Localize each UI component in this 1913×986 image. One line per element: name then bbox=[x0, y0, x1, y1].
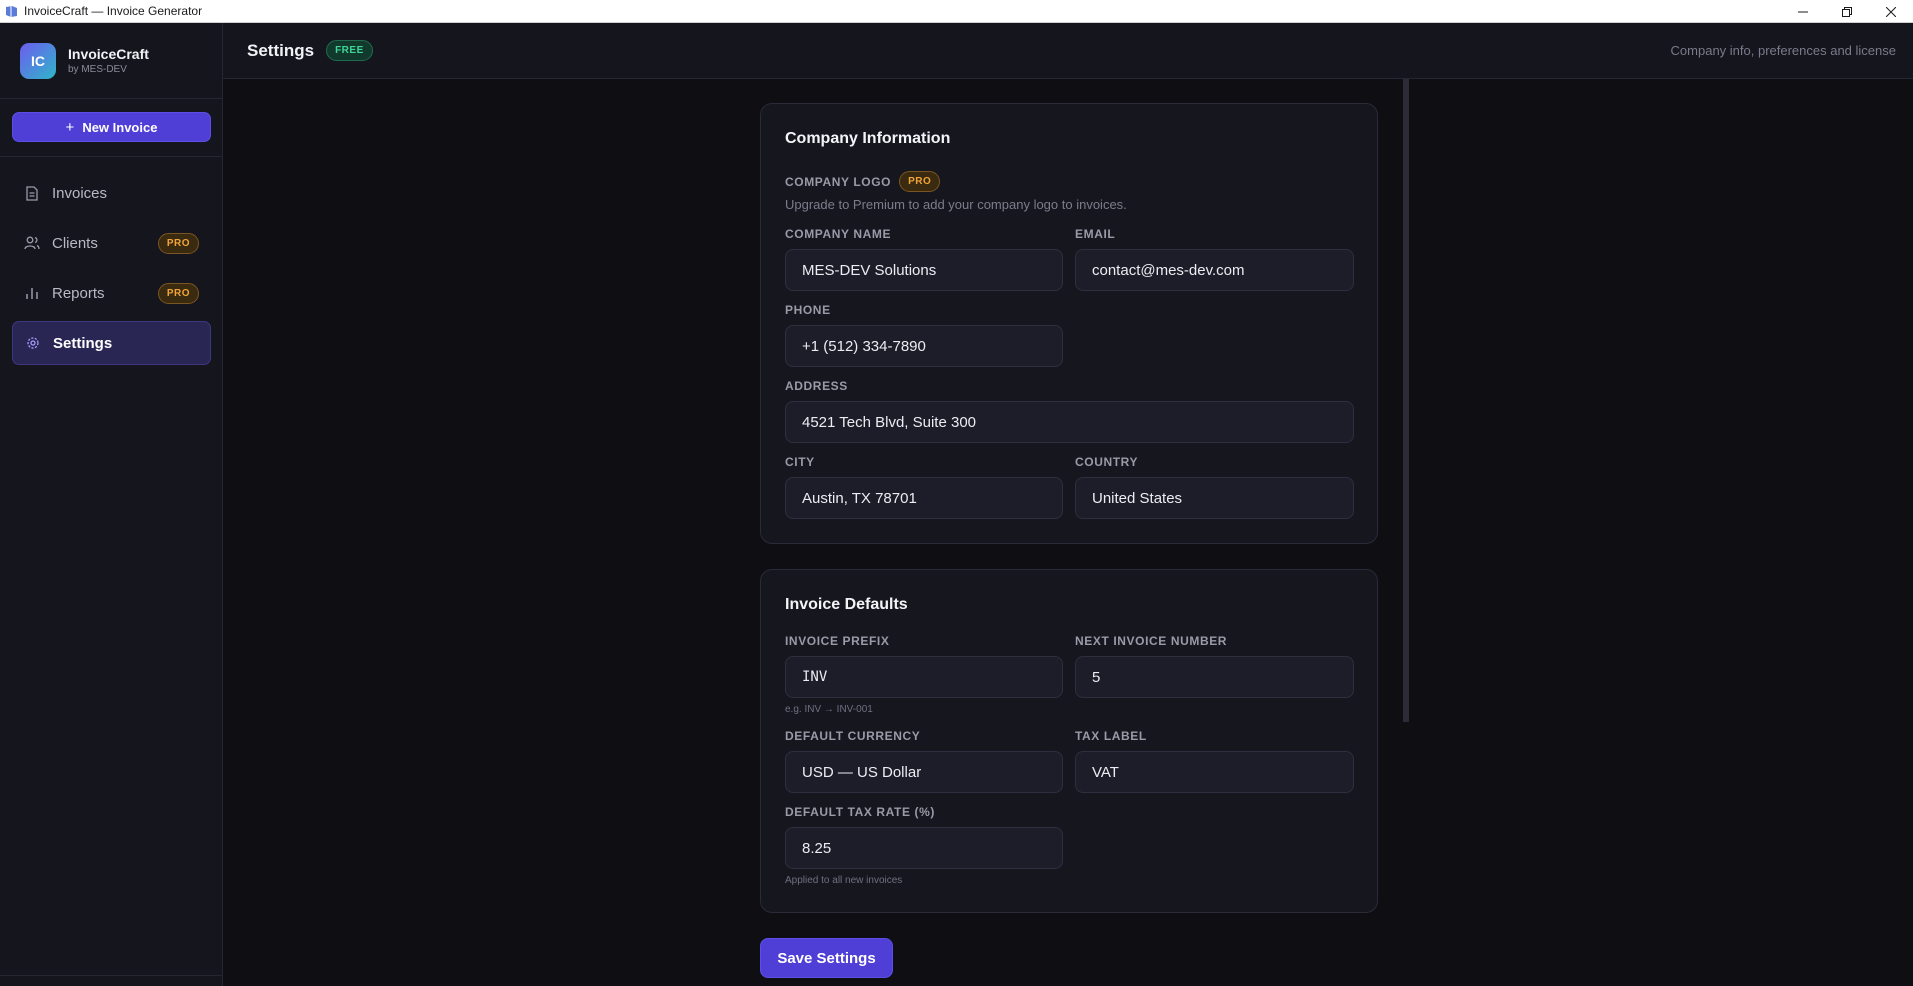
email-label: EMAIL bbox=[1075, 227, 1116, 241]
company-info-card: Company Information COMPANY LOGO PRO Upg… bbox=[760, 103, 1378, 544]
window-titlebar: InvoiceCraft — Invoice Generator bbox=[0, 0, 1913, 23]
phone-label: PHONE bbox=[785, 303, 831, 317]
app-icon bbox=[4, 4, 18, 18]
brand: IC InvoiceCraft by MES-DEV bbox=[0, 23, 222, 99]
pro-badge: PRO bbox=[899, 171, 941, 192]
save-settings-button[interactable]: Save Settings bbox=[760, 938, 893, 978]
company-logo-label: COMPANY LOGO PRO bbox=[785, 171, 941, 192]
tax-label-label: TAX LABEL bbox=[1075, 729, 1147, 743]
default-tax-rate-label: DEFAULT TAX RATE (%) bbox=[785, 805, 935, 819]
new-invoice-label: New Invoice bbox=[82, 119, 158, 135]
address-input[interactable]: 4521 Tech Blvd, Suite 300 bbox=[785, 401, 1354, 443]
city-label: CITY bbox=[785, 455, 815, 469]
sidebar-item-label: Invoices bbox=[52, 184, 108, 202]
invoice-prefix-input[interactable]: INV bbox=[785, 656, 1063, 698]
document-icon bbox=[24, 185, 40, 201]
company-name-label: COMPANY NAME bbox=[785, 227, 892, 241]
next-invoice-number-input[interactable]: 5 bbox=[1075, 656, 1354, 698]
sidebar-item-invoices[interactable]: Invoices bbox=[12, 171, 211, 215]
invoice-defaults-card: Invoice Defaults INVOICE PREFIX INV e.g.… bbox=[760, 569, 1378, 913]
next-invoice-number-label: NEXT INVOICE NUMBER bbox=[1075, 634, 1228, 648]
sidebar: IC InvoiceCraft by MES-DEV + New Invoice… bbox=[0, 23, 223, 986]
scrollbar-thumb[interactable] bbox=[1403, 79, 1409, 722]
bar-chart-icon bbox=[24, 285, 40, 301]
minimize-button[interactable] bbox=[1781, 0, 1825, 23]
new-invoice-button[interactable]: + New Invoice bbox=[12, 112, 211, 142]
users-icon bbox=[24, 235, 40, 251]
default-currency-select[interactable]: USD — US Dollar bbox=[785, 751, 1063, 793]
sidebar-item-reports[interactable]: Reports PRO bbox=[12, 271, 211, 315]
country-input[interactable]: United States bbox=[1075, 477, 1354, 519]
sidebar-footer-divider bbox=[0, 975, 222, 976]
sidebar-divider bbox=[0, 156, 222, 157]
logo-upgrade-note: Upgrade to Premium to add your company l… bbox=[785, 197, 1127, 212]
brand-logo: IC bbox=[20, 42, 56, 79]
email-input[interactable]: contact@mes-dev.com bbox=[1075, 249, 1354, 291]
default-tax-rate-hint: Applied to all new invoices bbox=[785, 875, 903, 886]
card-title: Company Information bbox=[785, 130, 951, 147]
company-name-input[interactable]: MES-DEV Solutions bbox=[785, 249, 1063, 291]
page-header: Settings FREE Company info, preferences … bbox=[223, 23, 1913, 79]
default-tax-rate-input[interactable]: 8.25 bbox=[785, 827, 1063, 869]
sidebar-item-clients[interactable]: Clients PRO bbox=[12, 221, 211, 265]
sidebar-nav: Invoices Clients PRO Reports PRO Setting… bbox=[12, 171, 211, 371]
country-label: COUNTRY bbox=[1075, 455, 1139, 469]
sidebar-item-settings[interactable]: Settings bbox=[12, 321, 211, 365]
settings-content: Company Information COMPANY LOGO PRO Upg… bbox=[223, 79, 1913, 986]
page-subtitle: Company info, preferences and license bbox=[1670, 43, 1896, 58]
city-input[interactable]: Austin, TX 78701 bbox=[785, 477, 1063, 519]
sidebar-item-label: Reports bbox=[52, 284, 105, 302]
invoice-prefix-label: INVOICE PREFIX bbox=[785, 634, 890, 648]
window-title: InvoiceCraft — Invoice Generator bbox=[24, 4, 203, 18]
plan-badge: FREE bbox=[326, 40, 373, 61]
sidebar-item-label: Settings bbox=[53, 334, 113, 352]
pro-badge: PRO bbox=[157, 232, 199, 254]
tax-label-input[interactable]: VAT bbox=[1075, 751, 1354, 793]
restore-button[interactable] bbox=[1825, 0, 1869, 23]
gear-icon bbox=[25, 335, 41, 351]
default-currency-label: DEFAULT CURRENCY bbox=[785, 729, 921, 743]
plus-icon: + bbox=[65, 118, 75, 136]
close-button[interactable] bbox=[1869, 0, 1913, 23]
phone-input[interactable]: +1 (512) 334-7890 bbox=[785, 325, 1063, 367]
page-title: Settings bbox=[247, 40, 315, 60]
card-title: Invoice Defaults bbox=[785, 596, 908, 613]
brand-subtitle: by MES-DEV bbox=[68, 64, 127, 75]
pro-badge: PRO bbox=[157, 282, 199, 304]
sidebar-item-label: Clients bbox=[52, 234, 98, 252]
address-label: ADDRESS bbox=[785, 379, 848, 393]
invoice-prefix-hint: e.g. INV → INV-001 bbox=[785, 704, 873, 715]
brand-name: InvoiceCraft bbox=[68, 46, 149, 62]
